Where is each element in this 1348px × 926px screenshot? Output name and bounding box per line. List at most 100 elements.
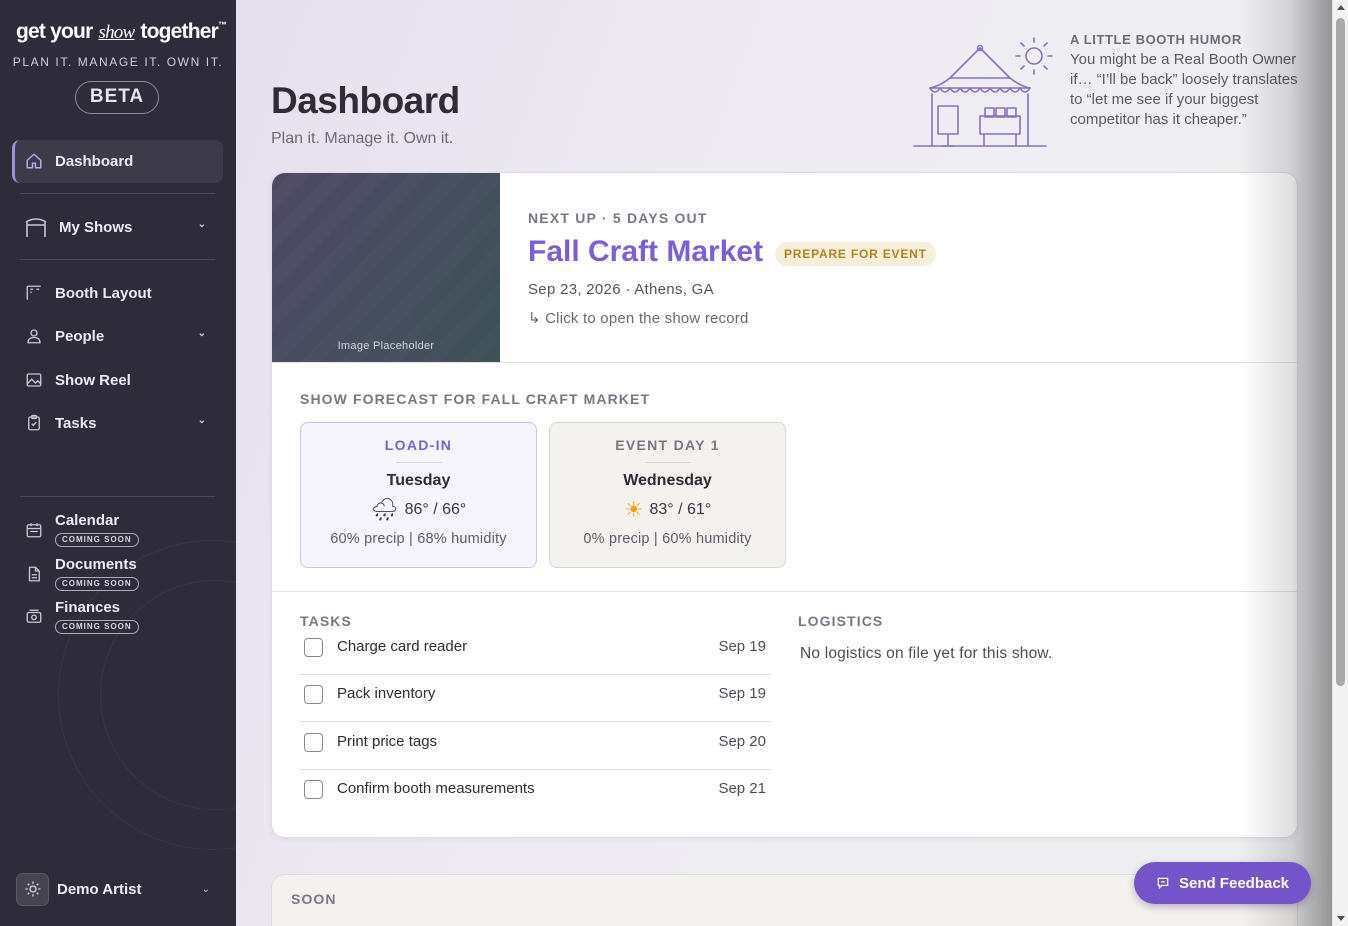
task-checkbox[interactable] [304,733,323,752]
sidebar-item-people[interactable]: People ⌄ [24,321,218,351]
tasks-title: TASKS [300,613,352,629]
forecast-label: LOAD-IN [384,437,453,453]
forecast-divider [644,462,691,463]
sidebar-divider [20,259,215,260]
clipboard-icon [24,413,44,433]
forecast-details: 60% precip | 68% humidity [330,531,507,547]
show-date-location: Sep 23, 2026 · Athens, GA [528,281,714,298]
sidebar-item-show-reel[interactable]: Show Reel [24,365,218,395]
forecast-temp: 🌧 86° / 66° [301,498,536,522]
task-date: Sep 19 [718,685,766,702]
logo-text: show [98,22,136,43]
forecast-temp-value: 83° / 61° [649,501,712,518]
forecast-divider [395,462,442,463]
sidebar-item-my-shows[interactable]: My Shows ⌄ [24,212,218,242]
sidebar-item-label: Finances [55,599,121,616]
forecast-temp: ☀ 83° / 61° [550,498,785,522]
app-logo[interactable]: get your show together™ [16,20,227,44]
page-title: Dashboard [271,80,460,121]
task-row: Pack inventory Sep 19 [300,675,771,722]
sidebar-item-documents[interactable]: Documents COMING SOON [24,556,139,591]
forecast-card-load-in: LOAD-IN Tuesday 🌧 86° / 66° 60% precip |… [300,422,537,568]
document-icon [24,564,44,584]
scrollbar-thumb[interactable] [1336,18,1345,686]
page-scrollbar[interactable] [1332,0,1348,926]
humor-heading: A LITTLE BOOTH HUMOR [1070,32,1242,47]
task-date: Sep 20 [718,733,766,750]
scroll-down-icon[interactable] [1337,916,1345,921]
show-image-placeholder: Image Placeholder [272,173,500,362]
user-menu[interactable]: Demo Artist ⌄ [16,872,216,906]
forecast-day: Tuesday [386,472,451,489]
sidebar-item-label: Dashboard [55,152,134,170]
next-show-card[interactable]: Image Placeholder NEXT UP · 5 DAYS OUT F… [271,172,1298,838]
booth-illustration [910,36,1055,156]
sun-icon [16,872,49,906]
chevron-down-icon[interactable]: ⌄ [202,884,210,895]
money-icon [24,607,44,627]
task-row: Print price tags Sep 20 [300,723,771,770]
sidebar-item-label: Documents [55,556,137,573]
task-title[interactable]: Print price tags [337,733,437,750]
booth-humor: A LITTLE BOOTH HUMOR You might be a Real… [1070,32,1300,130]
forecast-label: EVENT DAY 1 [615,437,720,453]
chat-bubble-icon [1156,876,1170,890]
task-row: Charge card reader Sep 19 [300,628,771,675]
task-title[interactable]: Pack inventory [337,685,435,702]
task-checkbox[interactable] [304,780,323,799]
task-date: Sep 19 [718,638,766,655]
logistics-title: LOGISTICS [798,613,884,629]
logo-text: together [140,20,219,43]
forecast-title: SHOW FORECAST FOR FALL CRAFT MARKET [300,391,651,407]
task-title[interactable]: Confirm booth measurements [337,780,535,797]
sidebar-item-finances[interactable]: Finances COMING SOON [24,599,139,634]
next-up-label: NEXT UP · 5 DAYS OUT [528,210,708,226]
rain-cloud-icon: 🌧 [370,497,399,522]
task-title[interactable]: Charge card reader [337,638,467,655]
scroll-up-icon[interactable] [1337,5,1345,10]
sidebar-item-dashboard[interactable]: Dashboard [24,146,218,176]
page-subtitle: Plan it. Manage it. Own it. [271,130,454,147]
layout-icon [24,283,44,303]
open-show-record-link[interactable]: ↳ Click to open the show record [528,309,749,327]
image-icon [24,370,44,390]
sidebar-divider [20,193,215,194]
status-badge: PREPARE FOR EVENT [775,242,936,266]
beta-badge: BETA [75,81,159,114]
logo-trademark: ™ [218,20,227,30]
brand-tagline: PLAN IT. MANAGE IT. OWN IT. [12,55,224,69]
home-icon [24,151,44,171]
coming-soon-badge: COMING SOON [55,577,139,591]
sidebar-item-calendar[interactable]: Calendar COMING SOON [24,512,139,547]
user-name: Demo Artist [57,880,142,898]
sidebar-item-label: Tasks [55,414,97,432]
task-checkbox[interactable] [304,685,323,704]
logo-text: get your [16,20,93,43]
sidebar-item-label: Booth Layout [55,284,152,302]
coming-soon-badge: COMING SOON [55,620,139,634]
forecast-details: 0% precip | 60% humidity [583,531,752,547]
soon-title: SOON [291,891,337,907]
chevron-down-icon[interactable]: ⌄ [198,328,206,339]
sidebar-item-label: Calendar [55,512,120,529]
forecast-day: Wednesday [623,472,712,489]
show-title[interactable]: Fall Craft Market [528,235,763,269]
calendar-icon [24,520,44,540]
feedback-label: Send Feedback [1178,874,1290,892]
forecast-temp-value: 86° / 66° [404,501,467,518]
logistics-empty-text: No logistics on file yet for this show. [800,645,1053,662]
person-icon [24,326,44,346]
sidebar-divider [20,496,215,497]
sidebar-item-booth-layout[interactable]: Booth Layout [24,278,218,308]
image-placeholder-label: Image Placeholder [337,340,435,352]
forecast-card-event-day-1: EVENT DAY 1 Wednesday ☀ 83° / 61° 0% pre… [549,422,786,568]
sidebar: get your show together™ PLAN IT. MANAGE … [0,0,236,926]
chevron-down-icon[interactable]: ⌄ [198,415,206,426]
task-checkbox[interactable] [304,638,323,657]
sidebar-item-label: Show Reel [55,371,131,389]
section-divider [272,591,1297,592]
section-divider [272,362,1297,363]
sidebar-item-tasks[interactable]: Tasks ⌄ [24,408,218,438]
chevron-down-icon[interactable]: ⌄ [198,219,206,230]
send-feedback-button[interactable]: Send Feedback [1134,862,1311,904]
